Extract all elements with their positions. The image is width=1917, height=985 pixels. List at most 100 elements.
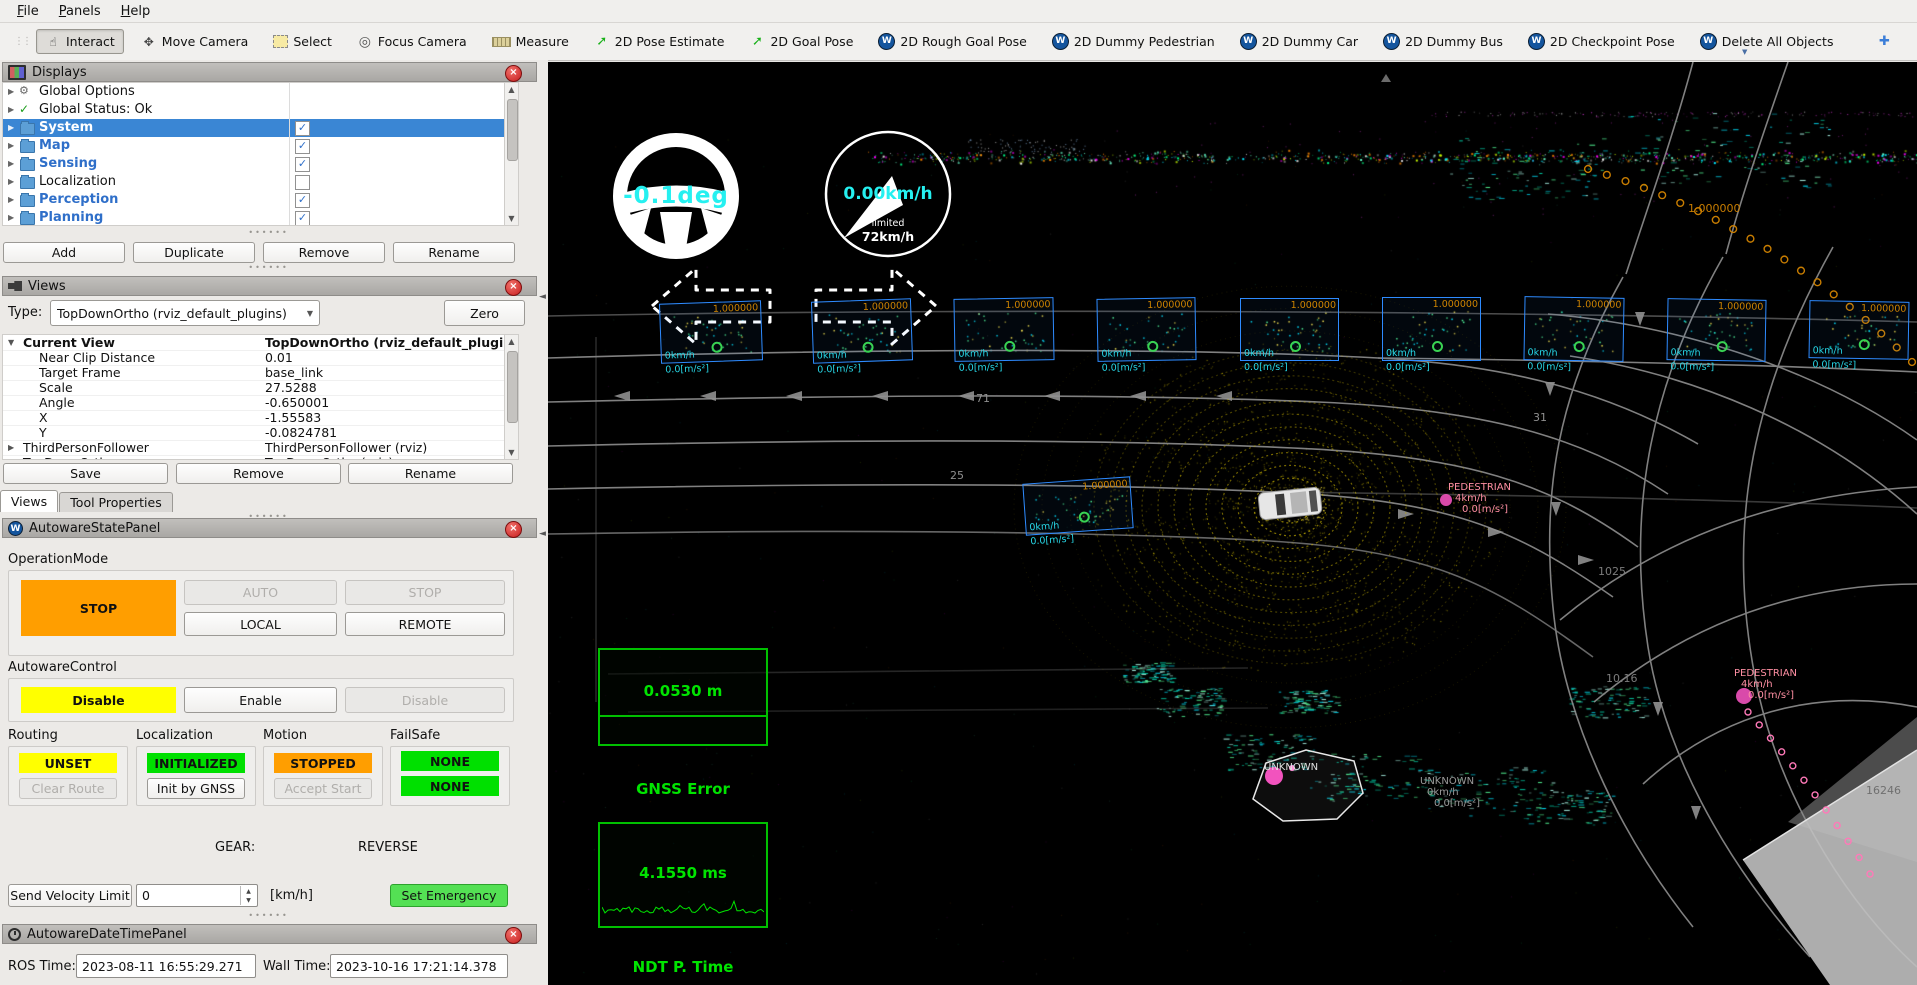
property-value[interactable]: -0.0824781 xyxy=(265,425,337,440)
save-button[interactable]: Save xyxy=(3,463,168,484)
datetime-panel-header[interactable]: AutowareDateTimePanel × xyxy=(2,924,537,944)
close-icon[interactable]: × xyxy=(505,521,522,538)
enabled-checkbox[interactable] xyxy=(295,175,310,190)
expander-icon[interactable]: ▶ xyxy=(8,458,14,460)
set-emergency-button[interactable]: Set Emergency xyxy=(390,884,508,907)
display-row-planning[interactable]: ▶Planning✓ xyxy=(3,209,504,226)
expander-icon[interactable]: ▶ xyxy=(8,177,14,186)
close-icon[interactable]: × xyxy=(505,279,522,296)
enabled-checkbox[interactable]: ✓ xyxy=(295,139,310,154)
menu-panels[interactable]: Panels xyxy=(50,2,110,21)
menu-file[interactable]: File xyxy=(8,2,48,21)
clear-route-button[interactable]: Clear Route xyxy=(19,778,117,799)
enable-button[interactable]: Enable xyxy=(184,687,337,713)
duplicate-button[interactable]: Duplicate xyxy=(133,242,255,263)
expander-icon[interactable]: ▼ xyxy=(8,338,14,347)
tab-tool-properties[interactable]: Tool Properties xyxy=(59,492,173,512)
enabled-checkbox[interactable]: ✓ xyxy=(295,211,310,226)
tool-2d-pose-estimate[interactable]: ➚2D Pose Estimate xyxy=(586,30,733,53)
wall-time-field[interactable]: 2023-10-16 17:21:14.378 xyxy=(330,954,508,978)
display-row-map[interactable]: ▶Map✓ xyxy=(3,137,504,155)
remove-view-button[interactable]: Remove xyxy=(176,463,341,484)
display-row-sensing[interactable]: ▶Sensing✓ xyxy=(3,155,504,173)
velocity-limit-input[interactable]: 0 ▲▼ xyxy=(136,884,258,907)
expander-icon[interactable]: ▶ xyxy=(8,123,14,132)
tool-interact[interactable]: ☝Interact xyxy=(36,29,124,54)
display-row-system[interactable]: ▶System✓ xyxy=(3,119,504,137)
menu-help[interactable]: Help xyxy=(112,2,160,21)
send-velocity-limit-button[interactable]: Send Velocity Limit xyxy=(8,884,132,907)
ros-time-field[interactable]: 2023-08-11 16:55:29.271 xyxy=(76,954,256,978)
rename-view-button[interactable]: Rename xyxy=(348,463,513,484)
rename-button[interactable]: Rename xyxy=(393,242,515,263)
displays-scrollbar[interactable]: ▲ ▼ xyxy=(504,82,519,226)
tool-2d-dummy-pedestrian[interactable]: W2D Dummy Pedestrian xyxy=(1044,29,1223,54)
display-row-global-status-ok[interactable]: ▶✓Global Status: Ok xyxy=(3,101,504,119)
splitter[interactable]: •••••• xyxy=(0,911,537,920)
expander-icon[interactable]: ▶ xyxy=(8,87,14,96)
property-value[interactable]: 0.01 xyxy=(265,350,293,365)
3d-viewport[interactable]: 1.0000000km/h0.0[m/s²]1.0000000km/h0.0[m… xyxy=(548,62,1917,985)
expander-icon[interactable]: ▶ xyxy=(8,159,14,168)
property-value[interactable]: TopDownOrtho (rviz_default_plugins) xyxy=(265,335,519,350)
splitter[interactable]: •••••• xyxy=(0,228,537,237)
property-row-thirdpersonfollower[interactable]: ▶ThirdPersonFollowerThirdPersonFollower … xyxy=(3,440,518,456)
expander-icon[interactable]: ▶ xyxy=(8,213,14,222)
add-button[interactable]: Add xyxy=(3,242,125,263)
autoware-state-panel-header[interactable]: W AutowareStatePanel × xyxy=(2,518,537,538)
expander-icon[interactable]: ▶ xyxy=(8,195,14,204)
close-icon[interactable]: × xyxy=(505,65,522,82)
property-row-current-view[interactable]: ▼Current ViewTopDownOrtho (rviz_default_… xyxy=(3,335,518,351)
local-button[interactable]: LOCAL xyxy=(184,612,337,636)
property-row-y[interactable]: Y-0.0824781 xyxy=(3,425,518,441)
scroll-down-icon[interactable]: ▼ xyxy=(505,446,518,459)
panel-collapse-icon[interactable]: ◄ xyxy=(539,292,546,302)
enabled-checkbox[interactable]: ✓ xyxy=(295,157,310,172)
displays-tree[interactable]: ▶⚙Global Options▶✓Global Status: Ok▶Syst… xyxy=(2,82,519,226)
display-row-global-options[interactable]: ▶⚙Global Options xyxy=(3,83,504,101)
property-row-scale[interactable]: Scale27.5288 xyxy=(3,380,518,396)
property-row-near-clip-distance[interactable]: Near Clip Distance0.01 xyxy=(3,350,518,366)
remove-button[interactable]: Remove xyxy=(263,242,385,263)
auto-button[interactable]: AUTO xyxy=(184,580,337,605)
property-value[interactable]: 27.5288 xyxy=(265,380,317,395)
init-by-gnss-button[interactable]: Init by GNSS xyxy=(147,778,245,799)
expander-icon[interactable]: ▶ xyxy=(8,105,14,114)
stop-button[interactable]: STOP xyxy=(345,580,505,605)
expander-icon[interactable]: ▶ xyxy=(8,141,14,150)
tool-move-camera[interactable]: ✥Move Camera xyxy=(133,30,257,53)
spinner-arrows[interactable]: ▲▼ xyxy=(240,886,256,905)
views-panel-header[interactable]: Views × xyxy=(2,276,537,296)
property-value[interactable]: ThirdPersonFollower (rviz) xyxy=(265,440,427,455)
zero-button[interactable]: Zero xyxy=(444,300,525,326)
tool-plus-button[interactable]: ✚ xyxy=(1868,31,1900,53)
property-row-topdownortho[interactable]: ▶TopDownOrthoTopDownOrtho (rviz) xyxy=(3,455,518,460)
scroll-down-icon[interactable]: ▼ xyxy=(505,212,518,225)
property-value[interactable]: -1.55583 xyxy=(265,410,321,425)
views-scrollbar[interactable]: ▲ ▼ xyxy=(504,334,519,460)
tool-2d-checkpoint-pose[interactable]: W2D Checkpoint Pose xyxy=(1520,29,1683,54)
tool-2d-dummy-car[interactable]: W2D Dummy Car xyxy=(1232,29,1366,54)
tool-select[interactable]: Select xyxy=(265,30,340,53)
property-value[interactable]: TopDownOrtho (rviz) xyxy=(265,455,393,460)
expander-icon[interactable]: ▶ xyxy=(8,443,14,452)
displays-panel-header[interactable]: Displays × xyxy=(2,62,537,82)
scroll-up-icon[interactable]: ▲ xyxy=(505,83,518,96)
tool-2d-dummy-bus[interactable]: W2D Dummy Bus xyxy=(1375,29,1511,54)
scroll-up-icon[interactable]: ▲ xyxy=(505,335,518,348)
property-row-target-frame[interactable]: Target Framebase_link xyxy=(3,365,518,381)
scroll-thumb[interactable] xyxy=(507,99,518,161)
splitter[interactable]: •••••• xyxy=(0,263,537,272)
display-row-localization[interactable]: ▶Localization xyxy=(3,173,504,191)
property-row-angle[interactable]: Angle-0.650001 xyxy=(3,395,518,411)
tool-focus-camera[interactable]: ◎Focus Camera xyxy=(349,30,475,53)
property-value[interactable]: base_link xyxy=(265,365,323,380)
panel-collapse-icon[interactable]: ◄ xyxy=(539,529,546,539)
tool-2d-goal-pose[interactable]: ➚2D Goal Pose xyxy=(741,30,861,53)
tool-2d-rough-goal-pose[interactable]: W2D Rough Goal Pose xyxy=(870,29,1034,54)
property-value[interactable]: -0.650001 xyxy=(265,395,329,410)
disable-state-button[interactable]: Disable xyxy=(21,687,176,713)
tool-minus-button[interactable]: − xyxy=(1909,31,1917,53)
tool-delete-all-objects[interactable]: WDelete All Objects xyxy=(1692,29,1842,54)
remote-button[interactable]: REMOTE xyxy=(345,612,505,636)
